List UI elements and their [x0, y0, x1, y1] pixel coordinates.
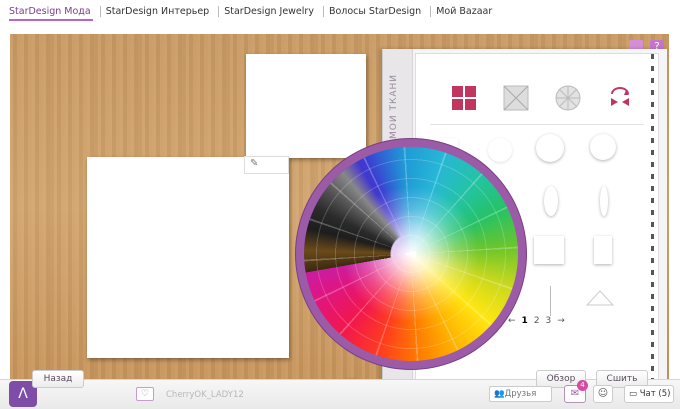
circle-segments-icon[interactable] — [554, 84, 582, 112]
shape-oval[interactable] — [544, 186, 558, 216]
back-button[interactable]: Назад — [32, 370, 84, 388]
shape-oval-thin[interactable] — [600, 186, 608, 216]
tab-hair-stardesign[interactable]: Волосы StarDesign — [324, 0, 432, 21]
shape-line[interactable] — [550, 286, 551, 316]
top-nav: StarDesign Мода StarDesign Интерьер Star… — [0, 0, 680, 26]
fabric-sheet-large[interactable] — [87, 157, 289, 358]
fabric-sheet-small[interactable] — [246, 54, 366, 158]
shape-triangle[interactable] — [586, 290, 614, 306]
page-1[interactable]: 1 — [522, 316, 528, 326]
tab-label: StarDesign Интерьер — [105, 6, 210, 17]
tab-label: Волосы StarDesign — [328, 6, 422, 17]
page-3[interactable]: 3 — [546, 316, 552, 326]
friends-button[interactable]: 👥Друзья — [489, 386, 552, 402]
envelope-shapes-icon[interactable] — [502, 84, 530, 112]
chat-label: Чат (5) — [639, 389, 671, 399]
tab-my-bazaar[interactable]: Мой Bazaar — [431, 0, 502, 21]
shape-circle[interactable] — [590, 134, 616, 160]
chat-button[interactable]: ▭ Чат (5) — [624, 385, 674, 403]
shape-circle[interactable] — [536, 134, 564, 162]
shape-rectangle[interactable] — [594, 236, 612, 264]
tab-label: StarDesign Мода — [9, 6, 91, 17]
panel-divider — [430, 124, 644, 125]
color-wheel-picker[interactable] — [271, 114, 551, 394]
tab-stardesign-moda[interactable]: StarDesign Мода — [4, 0, 101, 21]
page-2[interactable]: 2 — [534, 316, 540, 326]
shape-circle-faded[interactable] — [488, 138, 512, 162]
grid-squares-icon[interactable] — [450, 84, 478, 112]
perforation-edge — [651, 54, 654, 382]
smiley-icon[interactable]: ☺ — [593, 385, 613, 403]
category-icons — [450, 84, 650, 116]
rotate-flip-icon[interactable] — [606, 84, 634, 112]
username[interactable]: CherryOK_LADY12 — [166, 390, 244, 400]
panel-side-label: МОИ ТКАНИ — [389, 74, 399, 139]
next-page-arrow[interactable]: → — [557, 316, 565, 326]
tab-label: Мой Bazaar — [436, 6, 493, 17]
chat-icon: ▭ — [629, 389, 640, 399]
pagination: ← 1 2 3 → — [508, 316, 565, 326]
edit-icon[interactable]: ✎ — [250, 158, 262, 169]
tab-label: StarDesign Jewelry — [224, 6, 314, 17]
active-tab-underline — [9, 19, 93, 21]
user-heart-icon[interactable]: ♡ — [136, 387, 154, 401]
friends-icon: 👥 — [494, 389, 505, 399]
prev-page-arrow[interactable]: ← — [508, 316, 516, 326]
messages-badge: 4 — [577, 380, 588, 391]
friends-label: Друзья — [504, 389, 537, 399]
tab-stardesign-jewelry[interactable]: StarDesign Jewelry — [219, 0, 324, 21]
shape-square[interactable] — [534, 236, 564, 264]
tab-stardesign-interior[interactable]: StarDesign Интерьер — [101, 0, 220, 21]
